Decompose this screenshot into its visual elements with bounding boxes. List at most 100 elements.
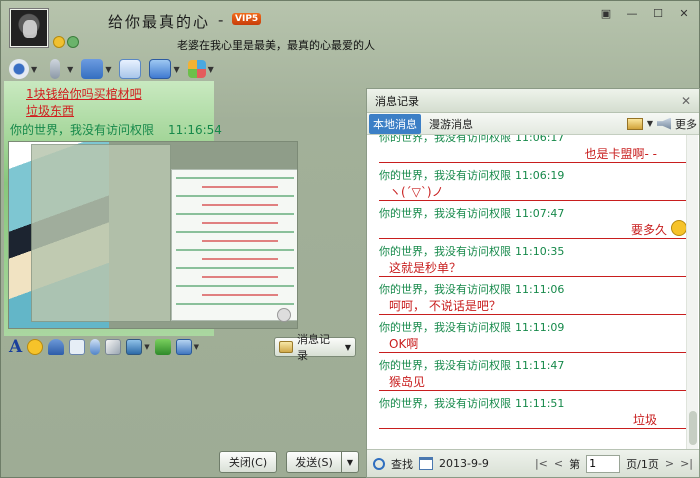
screenshot-icon[interactable] [175,339,192,355]
history-title: 消息记录 [375,94,419,108]
send-options-button[interactable]: ▼ [341,451,359,473]
status-icon[interactable] [67,36,79,48]
search-button[interactable]: 查找 [391,456,413,472]
shake-icon[interactable] [48,339,65,355]
zoom-icon[interactable] [277,308,291,322]
maximize-icon[interactable]: ☐ [647,5,669,21]
next-page-icon[interactable]: > [665,457,674,470]
apps-grid-icon [187,60,206,78]
message-time: 11:11:51 [515,397,565,410]
font-icon[interactable]: A [9,337,22,357]
window-icon[interactable] [69,339,86,355]
star-icon[interactable] [53,36,65,48]
format-bar: A ▼ ▼ [9,337,199,357]
edit-icon[interactable] [105,339,122,355]
skin-icon[interactable]: ▣ [595,5,617,21]
music-icon[interactable] [154,339,171,355]
pager: |< < 第 页/1页 > >| [535,454,693,473]
vip-badge[interactable]: VIP5 [232,13,262,25]
history-icon [279,341,293,353]
chat-message: 1块钱给你吗买棺材吧 [26,87,142,101]
apps-grid-button[interactable]: ▼ [187,60,214,78]
close-icon[interactable]: ✕ [681,94,691,108]
history-scrollbar[interactable] [686,135,698,449]
minimize-icon[interactable]: — [621,5,643,21]
history-list[interactable]: 你的世界，我没有访问权限 11:06:17 也是卡盟啊- - 你的世界，我没有访问权限… [367,135,687,449]
remote-screen-icon [149,59,172,79]
search-icon[interactable] [373,457,385,470]
chat-message-area[interactable]: 1块钱给你吗买棺材吧 垃圾东西 你的世界，我没有访问权限 11:16:54 [4,81,364,336]
contact-nickname: 给你最真的心 [108,13,211,31]
sender-name: 你的世界，我没有访问权限 [379,283,511,296]
history-entry-meta: 你的世界，我没有访问权限 11:07:47 [379,205,687,220]
speaker-icon[interactable] [657,117,671,130]
close-icon[interactable]: ✕ [673,5,695,21]
title-separator: - [218,11,224,29]
screenshot-image[interactable] [8,141,298,329]
message-time: 11:11:09 [515,321,565,334]
page-number-input[interactable] [586,454,621,473]
more-button[interactable]: 更多 [675,116,697,132]
history-tabs: 本地消息 漫游消息 ▼ 更多 [367,113,699,135]
screenshot-window [31,144,171,322]
message-time: 11:16:54 [168,123,222,137]
history-entry-meta: 你的世界，我没有访问权限 11:06:17 [379,135,687,144]
chevron-down-icon[interactable]: ▼ [105,65,111,74]
tab-roaming-messages[interactable]: 漫游消息 [425,114,477,134]
emoji-icon [671,220,687,236]
chevron-down-icon[interactable]: ▼ [208,65,214,74]
sender-name: 你的世界，我没有访问权限 [10,123,155,137]
chevron-down-icon[interactable]: ▼ [194,343,199,351]
app-button[interactable] [119,59,142,79]
sender-name: 你的世界，我没有访问权限 [379,207,511,220]
window-controls: ▣ — ☐ ✕ [595,5,695,21]
message-time: 11:10:35 [515,245,565,258]
remote-screen-button[interactable]: ▼ [149,59,180,79]
message-time: 11:07:47 [515,207,565,220]
date-label[interactable]: 2013-9-9 [439,457,489,470]
chevron-down-icon[interactable]: ▼ [31,65,37,74]
contact-signature: 老婆在我心里是最美，最真的心最爱的人 [177,39,375,52]
transfer-file-icon [81,59,104,79]
chat-window: 给你最真的心 - VIP5 老婆在我心里是最美，最真的心最爱的人 ▣ — ☐ ✕… [0,0,700,478]
history-entry-meta: 你的世界，我没有访问权限 11:10:35 [379,243,687,258]
image-icon[interactable] [126,339,143,355]
history-message: 这就是秒单？ [379,257,687,277]
sender-name: 你的世界，我没有访问权限 [379,245,511,258]
send-file-button[interactable]: ▼ [81,59,111,79]
message-history-panel: 消息记录 ✕ 本地消息 漫游消息 ▼ 更多 你的世界，我没有访问权限 11:06:… [366,88,700,478]
voice-message-icon[interactable] [90,339,101,355]
chat-message: 垃圾东西 [26,104,75,118]
chevron-down-icon[interactable]: ▼ [647,119,653,128]
sender-name: 你的世界，我没有访问权限 [379,397,511,410]
page-suffix: 页/1页 [626,457,659,471]
voice-call-button[interactable]: ▼ [45,59,73,79]
filter-icon[interactable] [626,117,643,130]
chevron-down-icon[interactable]: ▼ [67,65,73,74]
scrollbar-thumb[interactable] [689,411,697,445]
video-call-button[interactable]: ▼ [9,59,37,79]
history-entry-meta: 你的世界，我没有访问权限 11:11:51 [379,395,687,410]
chevron-down-icon[interactable]: ▼ [173,65,179,74]
emoji-icon[interactable] [27,339,44,355]
history-entry-meta: 你的世界，我没有访问权限 11:11:09 [379,319,687,334]
first-page-icon[interactable]: |< [535,457,548,470]
history-toggle-button[interactable]: 消息记录 ▼ [274,333,356,362]
status-icons [53,36,79,48]
close-button[interactable]: 关闭(C) [219,451,277,473]
chevron-down-icon[interactable]: ▼ [144,343,149,351]
chevron-down-icon: ▼ [344,342,351,352]
last-page-icon[interactable]: >| [680,457,693,470]
avatar[interactable] [10,9,48,47]
tab-local-messages[interactable]: 本地消息 [369,113,421,134]
history-entry-meta: 你的世界，我没有访问权限 11:11:47 [379,357,687,372]
message-text: OK啊 [389,337,419,351]
message-time: 11:06:17 [515,135,565,144]
calendar-icon[interactable] [419,457,433,470]
prev-page-icon[interactable]: < [554,457,563,470]
camera-icon [9,59,29,79]
history-footer: 查找 2013-9-9 |< < 第 页/1页 > >| [367,449,699,477]
app-icon [119,59,142,79]
message-text: 这就是秒单？ [389,261,462,275]
send-button[interactable]: 发送(S) [286,451,341,473]
